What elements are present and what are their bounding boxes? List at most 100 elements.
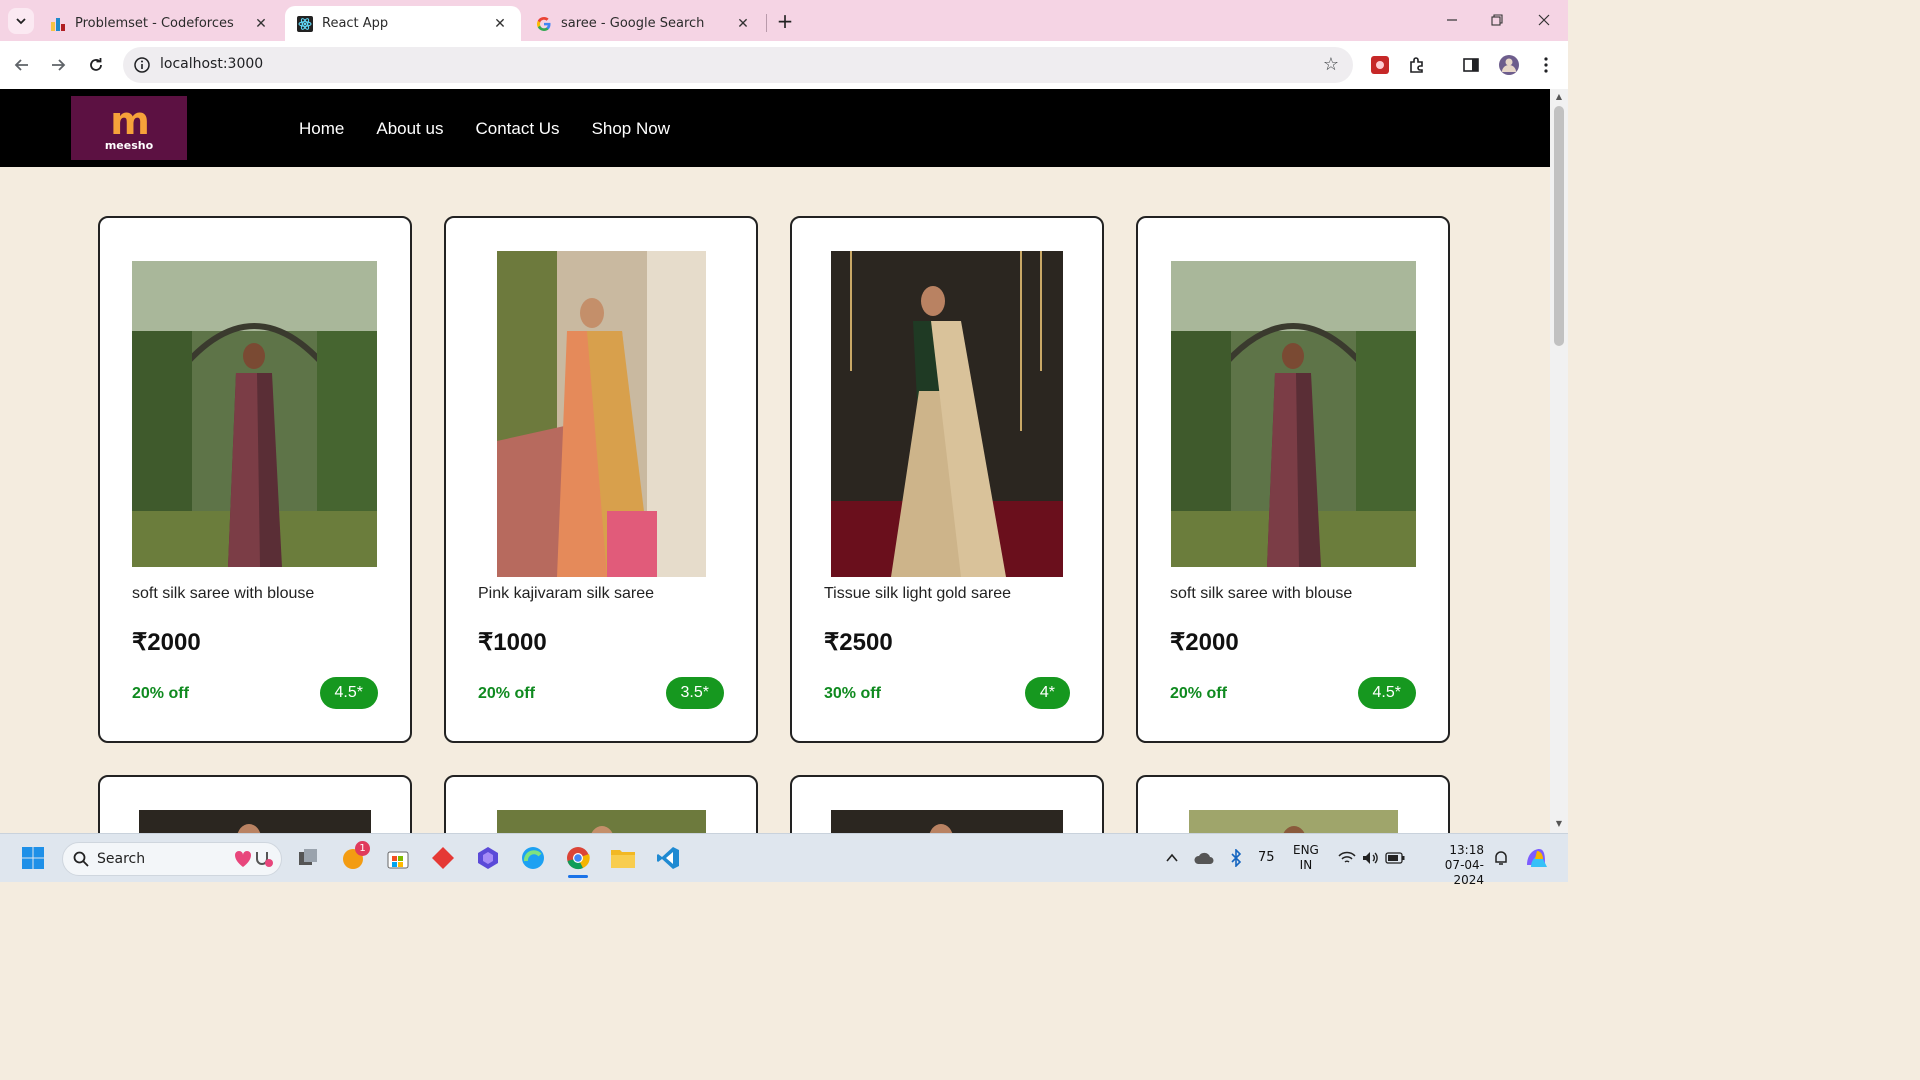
close-icon[interactable]: ✕ <box>734 15 752 33</box>
product-discount: 20% off <box>1170 685 1227 702</box>
react-icon <box>297 15 313 32</box>
address-bar[interactable]: localhost:3000 ☆ <box>123 47 1353 83</box>
close-icon[interactable]: ✕ <box>252 15 270 33</box>
product-name: Pink kajivaram silk saree <box>478 585 655 602</box>
reload-button[interactable] <box>84 53 108 77</box>
product-discount: 30% off <box>824 685 881 702</box>
product-price: ₹2000 <box>1170 629 1239 656</box>
site-info-icon[interactable] <box>133 56 151 74</box>
url-text: localhost:3000 <box>160 56 264 72</box>
close-icon[interactable]: ✕ <box>491 15 509 33</box>
rating-badge: 3.5* <box>665 677 724 709</box>
meesho-logo[interactable]: m meesho <box>71 96 187 160</box>
language-indicator[interactable]: ENG IN <box>1293 843 1319 873</box>
product-image <box>1171 261 1416 567</box>
copilot-app-icon[interactable] <box>474 844 502 872</box>
tab-react-app[interactable]: React App ✕ <box>285 6 521 41</box>
chrome-app-icon[interactable] <box>564 844 592 878</box>
notification-badge: 1 <box>355 841 370 856</box>
active-app-indicator <box>568 875 588 878</box>
product-price: ₹2500 <box>824 629 893 656</box>
page-scrollbar[interactable]: ▲ ▼ <box>1550 89 1568 833</box>
product-image <box>831 810 1063 833</box>
profile-avatar[interactable] <box>1497 53 1521 77</box>
edge-app-icon[interactable] <box>519 844 547 872</box>
diamond-app-icon[interactable] <box>429 844 457 872</box>
tab-codeforces[interactable]: Problemset - Codeforces ✕ <box>38 6 282 41</box>
windows-start-icon[interactable] <box>19 844 47 872</box>
minimize-button[interactable] <box>1437 8 1467 32</box>
search-highlight-icon <box>235 851 273 867</box>
product-image <box>139 810 371 833</box>
product-card[interactable]: Tissue silk light gold saree ₹2500 30% o… <box>790 216 1104 743</box>
rating-badge: 4.5* <box>1357 677 1416 709</box>
reload-icon <box>90 58 102 71</box>
scroll-down-icon[interactable]: ▼ <box>1554 819 1564 829</box>
forward-button[interactable] <box>46 53 70 77</box>
product-card[interactable]: soft silk saree with blouse ₹2000 20% of… <box>1136 216 1450 743</box>
scrollbar-thumb[interactable] <box>1554 106 1564 346</box>
bookmark-star-icon[interactable]: ☆ <box>1323 54 1339 75</box>
menu-kebab-icon[interactable] <box>1534 53 1558 77</box>
vscode-icon[interactable] <box>654 844 682 872</box>
windows-taskbar: Search 1 75 ENG IN 13:18 07-04-2024 <box>0 833 1568 887</box>
restore-button[interactable] <box>1482 8 1512 32</box>
logo-mark: m <box>110 99 150 143</box>
nav-contact[interactable]: Contact Us <box>475 119 559 139</box>
notification-app-icon[interactable]: 1 <box>340 841 370 872</box>
product-card[interactable] <box>1136 775 1450 833</box>
tab-title: React App <box>322 16 389 31</box>
product-price: ₹1000 <box>478 629 547 656</box>
file-explorer-icon[interactable] <box>609 844 637 872</box>
scroll-up-icon[interactable]: ▲ <box>1554 92 1564 102</box>
product-name: soft silk saree with blouse <box>1170 585 1353 602</box>
product-image <box>497 251 706 577</box>
nav-links: Home About us Contact Us Shop Now <box>299 119 702 139</box>
new-tab-button[interactable]: + <box>773 9 797 33</box>
tab-google-search[interactable]: saree - Google Search ✕ <box>524 6 764 41</box>
taskbar-search[interactable]: Search <box>62 842 282 876</box>
rating-badge: 4.5* <box>319 677 378 709</box>
product-image <box>1189 810 1398 833</box>
region-text: IN <box>1299 858 1313 872</box>
microsoft-store-icon[interactable] <box>384 844 412 872</box>
side-panel-icon[interactable] <box>1459 53 1483 77</box>
task-view-icon[interactable] <box>294 844 322 872</box>
nav-home[interactable]: Home <box>299 119 344 139</box>
product-card[interactable] <box>444 775 758 833</box>
product-card[interactable] <box>790 775 1104 833</box>
restore-icon <box>1491 14 1503 26</box>
notification-bell-icon[interactable] <box>1487 844 1515 872</box>
product-price: ₹2000 <box>132 629 201 656</box>
bluetooth-icon[interactable] <box>1222 844 1250 872</box>
onedrive-icon[interactable] <box>1190 844 1218 872</box>
browser-tabstrip: Problemset - Codeforces ✕ React App ✕ sa… <box>0 0 1568 41</box>
extension-icon[interactable] <box>1368 53 1392 77</box>
taskbar-search-label: Search <box>97 851 146 867</box>
browser-toolbar: localhost:3000 ☆ <box>0 41 1568 89</box>
logo-text: meesho <box>104 139 154 152</box>
product-card[interactable]: soft silk saree with blouse ₹2000 20% of… <box>98 216 412 743</box>
product-card[interactable]: Pink kajivaram silk saree ₹1000 20% off … <box>444 216 758 743</box>
close-window-button[interactable] <box>1529 8 1559 32</box>
tab-search-button[interactable] <box>8 8 34 34</box>
product-card[interactable] <box>98 775 412 833</box>
nav-about[interactable]: About us <box>376 119 443 139</box>
nav-shop[interactable]: Shop Now <box>592 119 670 139</box>
extensions-puzzle-icon[interactable] <box>1405 53 1429 77</box>
chevron-up-icon[interactable] <box>1158 844 1186 872</box>
back-button[interactable] <box>10 53 34 77</box>
arrow-left-icon <box>14 59 28 71</box>
temperature-text: 75 <box>1258 850 1275 865</box>
google-icon <box>536 16 552 32</box>
clock[interactable]: 13:18 07-04-2024 <box>1424 843 1484 888</box>
product-discount: 20% off <box>478 685 535 702</box>
chevron-down-icon <box>16 18 26 25</box>
battery-icon[interactable] <box>1381 844 1409 872</box>
tab-separator <box>766 14 767 32</box>
product-discount: 20% off <box>132 685 189 702</box>
product-image <box>497 810 706 833</box>
tab-title: saree - Google Search <box>561 16 705 31</box>
copilot-tray-icon[interactable] <box>1522 844 1550 872</box>
search-icon <box>73 851 89 867</box>
